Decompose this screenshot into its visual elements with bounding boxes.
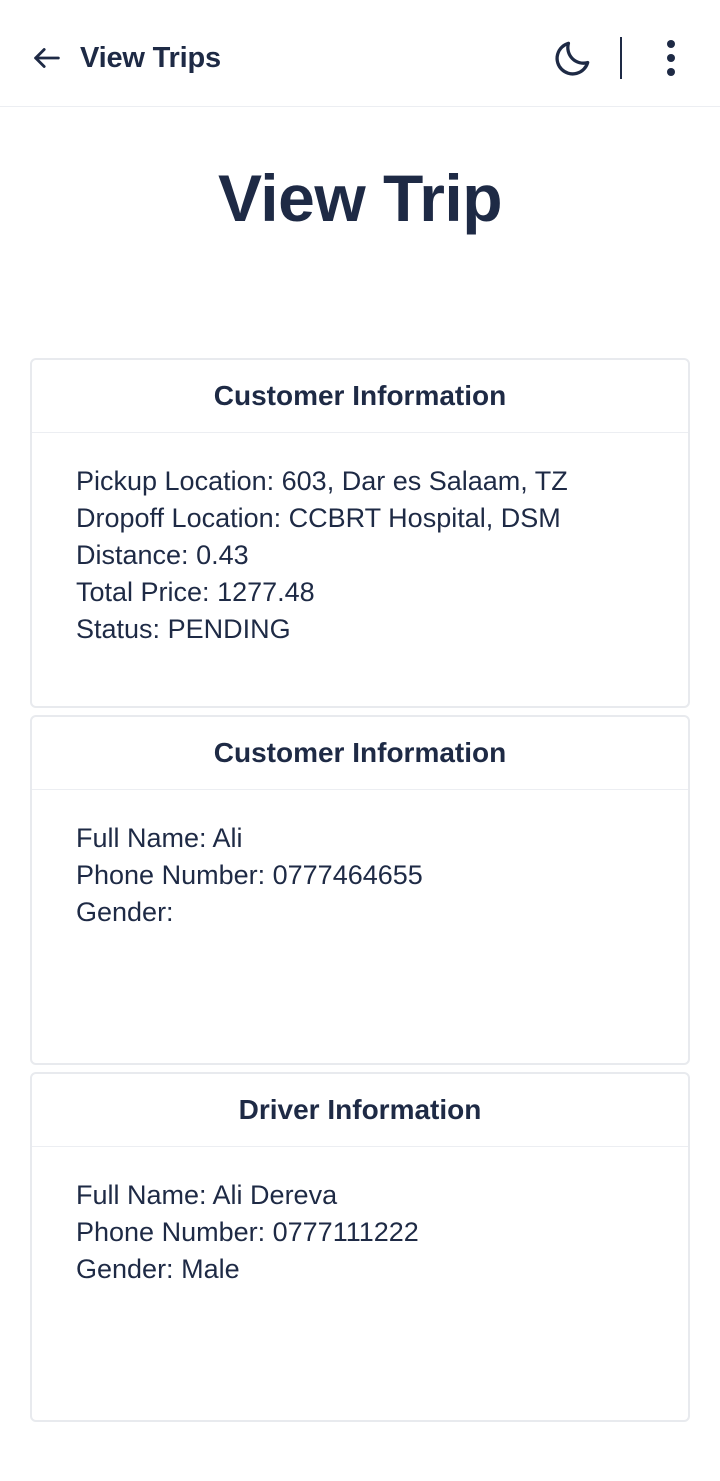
driver-phone-row: Phone Number: 0777111222 bbox=[76, 1217, 419, 1247]
driver-gender-row: Gender: Male bbox=[76, 1254, 240, 1284]
distance-value: 0.43 bbox=[196, 540, 249, 570]
card-title: Driver Information bbox=[32, 1074, 688, 1147]
card-body: Full Name: Ali Dereva Phone Number: 0777… bbox=[32, 1147, 688, 1288]
card-body: Pickup Location: 603, Dar es Salaam, TZ … bbox=[32, 433, 688, 648]
toolbar-divider bbox=[620, 37, 622, 79]
driver-info-card: Driver Information Full Name: Ali Dereva… bbox=[30, 1072, 690, 1422]
arrow-left-icon bbox=[34, 48, 60, 68]
driver-name-row: Full Name: Ali Dereva bbox=[76, 1180, 338, 1210]
customer-gender-row: Gender: bbox=[76, 897, 174, 927]
top-app-bar: View Trips bbox=[0, 0, 720, 107]
pickup-location-value: 603, Dar es Salaam, TZ bbox=[281, 466, 568, 496]
back-button[interactable]: View Trips bbox=[30, 26, 221, 90]
more-options-button[interactable] bbox=[652, 38, 690, 78]
driver-gender-value: Male bbox=[181, 1254, 240, 1284]
dropoff-location-row: Dropoff Location: CCBRT Hospital, DSM bbox=[76, 503, 561, 533]
total-price-row: Total Price: 1277.48 bbox=[76, 577, 315, 607]
total-price-value: 1277.48 bbox=[217, 577, 315, 607]
driver-phone-value: 0777111222 bbox=[272, 1217, 419, 1247]
card-title: Customer Information bbox=[32, 717, 688, 790]
customer-info-card: Customer Information Full Name: Ali Phon… bbox=[30, 715, 690, 1065]
pickup-location-row: Pickup Location: 603, Dar es Salaam, TZ bbox=[76, 466, 568, 496]
customer-phone-value: 0777464655 bbox=[272, 860, 423, 890]
moon-icon bbox=[555, 41, 590, 76]
card-title: Customer Information bbox=[32, 360, 688, 433]
back-button-label: View Trips bbox=[80, 41, 221, 74]
status-row: Status: PENDING bbox=[76, 614, 291, 644]
status-value: PENDING bbox=[167, 614, 291, 644]
customer-name-value: Ali bbox=[212, 823, 243, 853]
dropoff-location-value: CCBRT Hospital, DSM bbox=[288, 503, 561, 533]
trip-info-card: Customer Information Pickup Location: 60… bbox=[30, 358, 690, 708]
customer-phone-row: Phone Number: 0777464655 bbox=[76, 860, 423, 890]
driver-name-value: Ali Dereva bbox=[212, 1180, 338, 1210]
theme-toggle-button[interactable] bbox=[550, 36, 596, 80]
card-body: Full Name: Ali Phone Number: 0777464655 … bbox=[32, 790, 688, 931]
page-title: View Trip bbox=[217, 161, 503, 235]
customer-name-row: Full Name: Ali bbox=[76, 823, 243, 853]
distance-row: Distance: 0.43 bbox=[76, 540, 249, 570]
more-vertical-icon bbox=[667, 40, 675, 76]
